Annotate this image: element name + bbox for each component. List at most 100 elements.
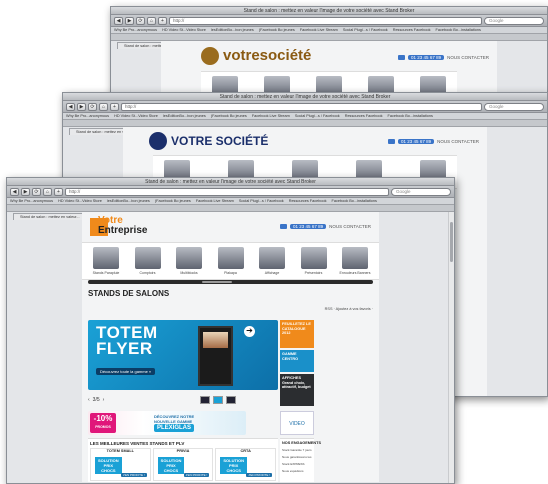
search-input[interactable]: Google	[484, 16, 544, 25]
next-icon[interactable]: ›	[103, 397, 105, 403]
contact-link[interactable]: NOUS CONTACTER	[329, 224, 371, 229]
back-button[interactable]: ◀	[10, 187, 19, 196]
video-banner[interactable]: VIDEO	[280, 411, 314, 435]
bookmark-item[interactable]: Facebook Bo...installations	[388, 114, 433, 118]
profit-button[interactable]: J'EN PROFITE !	[246, 473, 273, 477]
add-bookmark-button[interactable]: +	[158, 16, 167, 25]
bookmark-item[interactable]: Ressources Facebook	[345, 114, 383, 118]
url-input[interactable]: http://	[121, 102, 482, 111]
page-scrollbar[interactable]	[448, 212, 454, 483]
search-input[interactable]: Google	[484, 102, 544, 111]
bookmark-item[interactable]: Facebook Live Stream	[300, 28, 338, 32]
category-scrollbar[interactable]	[88, 280, 373, 284]
home-button[interactable]: ⌂	[99, 102, 108, 111]
next-arrow-icon[interactable]: ➔	[244, 326, 255, 337]
bookmarks-bar: Why Be Pro...anonymous HD Video St...Vid…	[111, 27, 547, 34]
bookmark-item[interactable]: Why Be Pro...anonymous	[114, 28, 157, 32]
bookmark-item[interactable]: Why Be Pro...anonymous	[10, 199, 53, 203]
bookmark-item[interactable]: Ressources Facebook	[289, 199, 327, 203]
totem-screen-image	[198, 326, 233, 386]
bookmark-item[interactable]: (Facebook Bo jeunes	[259, 28, 295, 32]
logo-icon	[201, 47, 219, 65]
reload-button[interactable]: ⟳	[88, 102, 97, 111]
home-button[interactable]: ⌂	[147, 16, 156, 25]
hero-cta-button[interactable]: Découvrez toute la gamme »	[96, 368, 156, 375]
section-tools[interactable]: RSS · Ajoutez à vos favoris ·	[325, 307, 373, 311]
url-input[interactable]: http://	[65, 187, 389, 196]
promo-text: DÉCOUVREZ NOTRE NOUVELLE GAMME	[154, 414, 195, 424]
add-bookmark-button[interactable]: +	[110, 102, 119, 111]
home-button[interactable]: ⌂	[43, 187, 52, 196]
discount-badge: -10% PROMOS	[90, 413, 116, 433]
bookmark-item[interactable]: Facebook Bo...installations	[436, 28, 481, 32]
forward-button[interactable]: ▶	[21, 187, 30, 196]
bookmark-item[interactable]: HD Video St...Video Store	[58, 199, 102, 203]
tab-active[interactable]: Stand de salon : mettez en valeur...	[13, 213, 87, 220]
category-item[interactable]: Enrouleurs Banners	[337, 247, 373, 275]
category-item[interactable]: Plakapa	[213, 247, 249, 275]
reload-button[interactable]: ⟳	[32, 187, 41, 196]
window-title: Stand de salon : mettez en valeur l'imag…	[7, 178, 454, 186]
category-item[interactable]: Présentoirs	[296, 247, 332, 275]
phone-number: 01 23 45 67 89	[398, 139, 435, 144]
side-promos: FEUILLETEZ LE CATALOGUE 2012 GAMME CENTR…	[280, 320, 314, 406]
slide-thumb[interactable]	[200, 396, 211, 404]
bookmark-item[interactable]: lesEditionBo...bon jeunes	[163, 114, 206, 118]
category-item[interactable]: Stands Parapluie	[88, 247, 124, 275]
bookmark-item[interactable]: lesEditionBo...bon jeunes	[211, 28, 254, 32]
promo-banner[interactable]: -10% PROMOS DÉCOUVREZ NOTRE NOUVELLE GAMM…	[88, 411, 246, 435]
bookmarks-bar: Why Be Pro...anonymous HD Video St...Vid…	[7, 198, 454, 205]
bookmark-item[interactable]: Ressources Facebook	[393, 28, 431, 32]
back-button[interactable]: ◀	[66, 102, 75, 111]
category-item[interactable]: Comptoirs	[130, 247, 166, 275]
flag-icon	[398, 55, 406, 60]
bookmark-item[interactable]: Facebook Bo...installations	[332, 199, 377, 203]
forward-button[interactable]: ▶	[77, 102, 86, 111]
bookmark-item[interactable]: Social Plugi...s / Facebook	[295, 114, 340, 118]
window-title: Stand de salon : mettez en valeur l'imag…	[111, 7, 547, 15]
product-card[interactable]: PRIVIA SOLUTION PRIX CHOCS J'EN PROFITE …	[152, 448, 214, 481]
url-input[interactable]: http://	[169, 16, 482, 25]
bookmark-item[interactable]: (Facebook Bo jeunes	[155, 199, 191, 203]
site-header: VOTRE SOCIÉTÉ 01 23 45 67 89 NOUS CONTAC…	[123, 127, 487, 155]
bookmark-item[interactable]: Facebook Live Stream	[252, 114, 290, 118]
price-badge: SOLUTION PRIX CHOCS	[157, 457, 185, 474]
category-label: Comptoirs	[139, 271, 156, 275]
hero-banner[interactable]: TOTEM FLYER Découvrez toute la gamme » ➔	[88, 320, 278, 390]
bookmark-item[interactable]: Facebook Live Stream	[196, 199, 234, 203]
bookmark-item[interactable]: lesEditionBo...bon jeunes	[107, 199, 150, 203]
category-item[interactable]: Affichage	[254, 247, 290, 275]
product-card[interactable]: CRTA SOLUTION PRIX CHOCS J'EN PROFITE !	[215, 448, 277, 481]
bookmark-item[interactable]: Social Plugi...s / Facebook	[343, 28, 388, 32]
back-button[interactable]: ◀	[114, 16, 123, 25]
gamme-banner[interactable]: GAMME CENTRO	[280, 350, 314, 372]
catalogue-banner[interactable]: FEUILLETEZ LE CATALOGUE 2012	[280, 320, 314, 348]
contact-link[interactable]: NOUS CONTACTER	[447, 55, 489, 60]
affiches-banner[interactable]: AFFICHES Grand choix, attractif, budget	[280, 374, 314, 406]
slide-thumb[interactable]	[226, 396, 237, 404]
browser-window-front: Stand de salon : mettez en valeur l'imag…	[6, 177, 455, 484]
bookmark-item[interactable]: Why Be Pro...anonymous	[66, 114, 109, 118]
add-bookmark-button[interactable]: +	[54, 187, 63, 196]
discount-value: -10%	[93, 414, 113, 423]
tab-strip: Stand de salon : mettez en valeur...	[111, 34, 547, 49]
hero-title: TOTEM FLYER	[96, 323, 158, 358]
contact-link[interactable]: NOUS CONTACTER	[437, 139, 479, 144]
slide-thumb[interactable]	[213, 396, 224, 404]
product-card[interactable]: TOTEM SMALL SOLUTION PRIX CHOCS J'EN PRO…	[90, 448, 151, 481]
prev-icon[interactable]: ‹	[88, 397, 90, 403]
bookmark-item[interactable]: (Facebook Bo jeunes	[211, 114, 247, 118]
site-brand: VOTRE SOCIÉTÉ	[171, 134, 269, 148]
profit-button[interactable]: J'EN PROFITE !	[120, 473, 147, 477]
contact-block: 01 23 45 67 89 NOUS CONTACTER	[280, 224, 371, 229]
category-label: Affichage	[264, 271, 280, 275]
search-input[interactable]: Google	[391, 187, 451, 196]
bookmark-item[interactable]: HD Video St...Video Store	[114, 114, 158, 118]
category-item[interactable]: Multiblocks	[171, 247, 207, 275]
bookmark-item[interactable]: Social Plugi...s / Facebook	[239, 199, 284, 203]
bookmark-item[interactable]: HD Video St...Video Store	[162, 28, 206, 32]
profit-button[interactable]: J'EN PROFITE !	[183, 473, 210, 477]
forward-button[interactable]: ▶	[125, 16, 134, 25]
site-header: Votre Entreprise 01 23 45 67 89 NOUS CON…	[82, 212, 379, 242]
reload-button[interactable]: ⟳	[136, 16, 145, 25]
